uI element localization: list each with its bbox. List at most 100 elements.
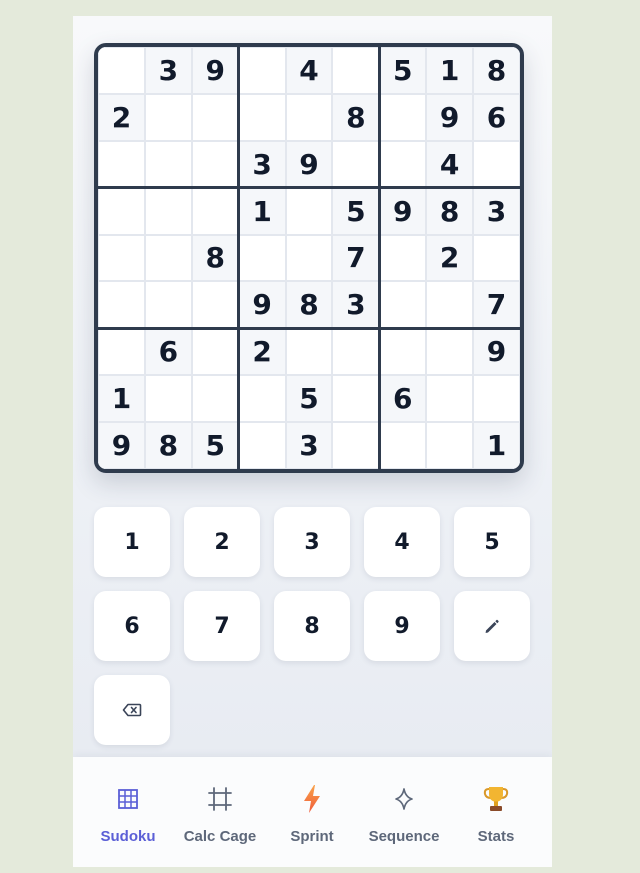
sudoku-cell[interactable]: [332, 375, 380, 423]
sudoku-cell[interactable]: 3: [332, 281, 380, 329]
sudoku-cell[interactable]: 1: [98, 375, 145, 423]
keypad-key-3[interactable]: 3: [274, 507, 350, 577]
erase-button[interactable]: [94, 675, 170, 745]
sudoku-cell[interactable]: 3: [473, 187, 520, 235]
nav-item-sequence[interactable]: Sequence: [356, 757, 452, 867]
sudoku-cell[interactable]: [144, 234, 192, 282]
pencil-button[interactable]: [454, 591, 530, 661]
keypad-key-6[interactable]: 6: [94, 591, 170, 661]
sudoku-cell[interactable]: [426, 422, 474, 469]
sudoku-cell[interactable]: 6: [473, 93, 520, 141]
sudoku-cell[interactable]: [191, 281, 239, 329]
sudoku-cell[interactable]: [191, 140, 239, 188]
sudoku-cell[interactable]: [426, 375, 474, 423]
sudoku-cell[interactable]: [238, 375, 286, 423]
keypad-key-2[interactable]: 2: [184, 507, 260, 577]
sudoku-cell[interactable]: 9: [191, 47, 239, 94]
sudoku-cell[interactable]: 9: [379, 187, 427, 235]
sudoku-cell[interactable]: [238, 422, 286, 469]
sudoku-cell[interactable]: 9: [426, 93, 474, 141]
sudoku-cell[interactable]: 1: [426, 47, 474, 94]
keypad-key-7[interactable]: 7: [184, 591, 260, 661]
sudoku-cell[interactable]: [98, 140, 145, 188]
sudoku-cell[interactable]: 9: [285, 140, 333, 188]
sudoku-cell[interactable]: [379, 234, 427, 282]
sudoku-cell[interactable]: 8: [144, 422, 192, 469]
sudoku-cell[interactable]: [285, 328, 333, 376]
sudoku-cell[interactable]: [98, 47, 145, 94]
sudoku-cell[interactable]: 4: [285, 47, 333, 94]
cage-frame-icon: [204, 783, 236, 815]
sudoku-cell[interactable]: [473, 234, 520, 282]
sudoku-cell[interactable]: 7: [473, 281, 520, 329]
sudoku-cell[interactable]: [332, 328, 380, 376]
sudoku-cell[interactable]: [98, 281, 145, 329]
sudoku-cell[interactable]: [332, 140, 380, 188]
sudoku-cell[interactable]: 9: [98, 422, 145, 469]
sudoku-cell[interactable]: 3: [285, 422, 333, 469]
nav-item-stats[interactable]: Stats: [448, 757, 544, 867]
sudoku-cell[interactable]: [379, 328, 427, 376]
sudoku-cell[interactable]: 2: [238, 328, 286, 376]
sudoku-cell[interactable]: 8: [285, 281, 333, 329]
sudoku-cell[interactable]: [98, 328, 145, 376]
sudoku-cell[interactable]: [379, 281, 427, 329]
sudoku-cell[interactable]: [285, 93, 333, 141]
sudoku-cell[interactable]: [191, 187, 239, 235]
sudoku-cell[interactable]: 9: [473, 328, 520, 376]
sudoku-cell[interactable]: [144, 281, 192, 329]
sudoku-cell[interactable]: 7: [332, 234, 380, 282]
keypad-key-1[interactable]: 1: [94, 507, 170, 577]
sudoku-cell[interactable]: [285, 187, 333, 235]
keypad-key-4[interactable]: 4: [364, 507, 440, 577]
sudoku-cell[interactable]: 1: [473, 422, 520, 469]
nav-item-sprint[interactable]: Sprint: [264, 757, 360, 867]
sudoku-cell[interactable]: [144, 375, 192, 423]
sudoku-cell[interactable]: [426, 328, 474, 376]
sudoku-cell[interactable]: 6: [379, 375, 427, 423]
sudoku-cell[interactable]: [144, 187, 192, 235]
sudoku-cell[interactable]: 3: [238, 140, 286, 188]
sudoku-cell[interactable]: [144, 93, 192, 141]
sudoku-cell[interactable]: 9: [238, 281, 286, 329]
sudoku-cell[interactable]: [191, 375, 239, 423]
nav-item-sudoku[interactable]: Sudoku: [80, 757, 176, 867]
sudoku-cell[interactable]: 5: [191, 422, 239, 469]
sudoku-cell[interactable]: 8: [191, 234, 239, 282]
sudoku-cell[interactable]: 5: [285, 375, 333, 423]
sudoku-cell[interactable]: [473, 375, 520, 423]
sudoku-cell[interactable]: [379, 93, 427, 141]
sudoku-cell[interactable]: [285, 234, 333, 282]
keypad-key-5[interactable]: 5: [454, 507, 530, 577]
sudoku-cell[interactable]: [144, 140, 192, 188]
sudoku-cell[interactable]: [98, 187, 145, 235]
sudoku-cell[interactable]: [332, 422, 380, 469]
sudoku-cell[interactable]: [379, 140, 427, 188]
sudoku-cell[interactable]: 5: [379, 47, 427, 94]
sudoku-cell[interactable]: [332, 47, 380, 94]
sudoku-cell[interactable]: [426, 281, 474, 329]
sudoku-cell[interactable]: 6: [144, 328, 192, 376]
sudoku-cell[interactable]: [473, 140, 520, 188]
keypad-key-8[interactable]: 8: [274, 591, 350, 661]
sudoku-cell[interactable]: 2: [426, 234, 474, 282]
sudoku-cell[interactable]: 2: [98, 93, 145, 141]
sudoku-cell[interactable]: 5: [332, 187, 380, 235]
sudoku-cell[interactable]: 4: [426, 140, 474, 188]
sudoku-cell[interactable]: [191, 93, 239, 141]
sudoku-cell[interactable]: 8: [426, 187, 474, 235]
sudoku-cell[interactable]: [238, 234, 286, 282]
keypad-key-9[interactable]: 9: [364, 591, 440, 661]
sudoku-cell[interactable]: [379, 422, 427, 469]
sudoku-cell[interactable]: [98, 234, 145, 282]
sudoku-cell[interactable]: 1: [238, 187, 286, 235]
sudoku-cell[interactable]: 8: [332, 93, 380, 141]
sudoku-cell[interactable]: [238, 93, 286, 141]
sudoku-cell[interactable]: 8: [473, 47, 520, 94]
sudoku-cell[interactable]: 3: [144, 47, 192, 94]
sudoku-cell[interactable]: [238, 47, 286, 94]
nav-item-calc-cage[interactable]: Calc Cage: [172, 757, 268, 867]
sudoku-cell[interactable]: [191, 328, 239, 376]
nav-label-sprint: Sprint: [290, 828, 334, 845]
lightning-icon: [296, 783, 328, 815]
